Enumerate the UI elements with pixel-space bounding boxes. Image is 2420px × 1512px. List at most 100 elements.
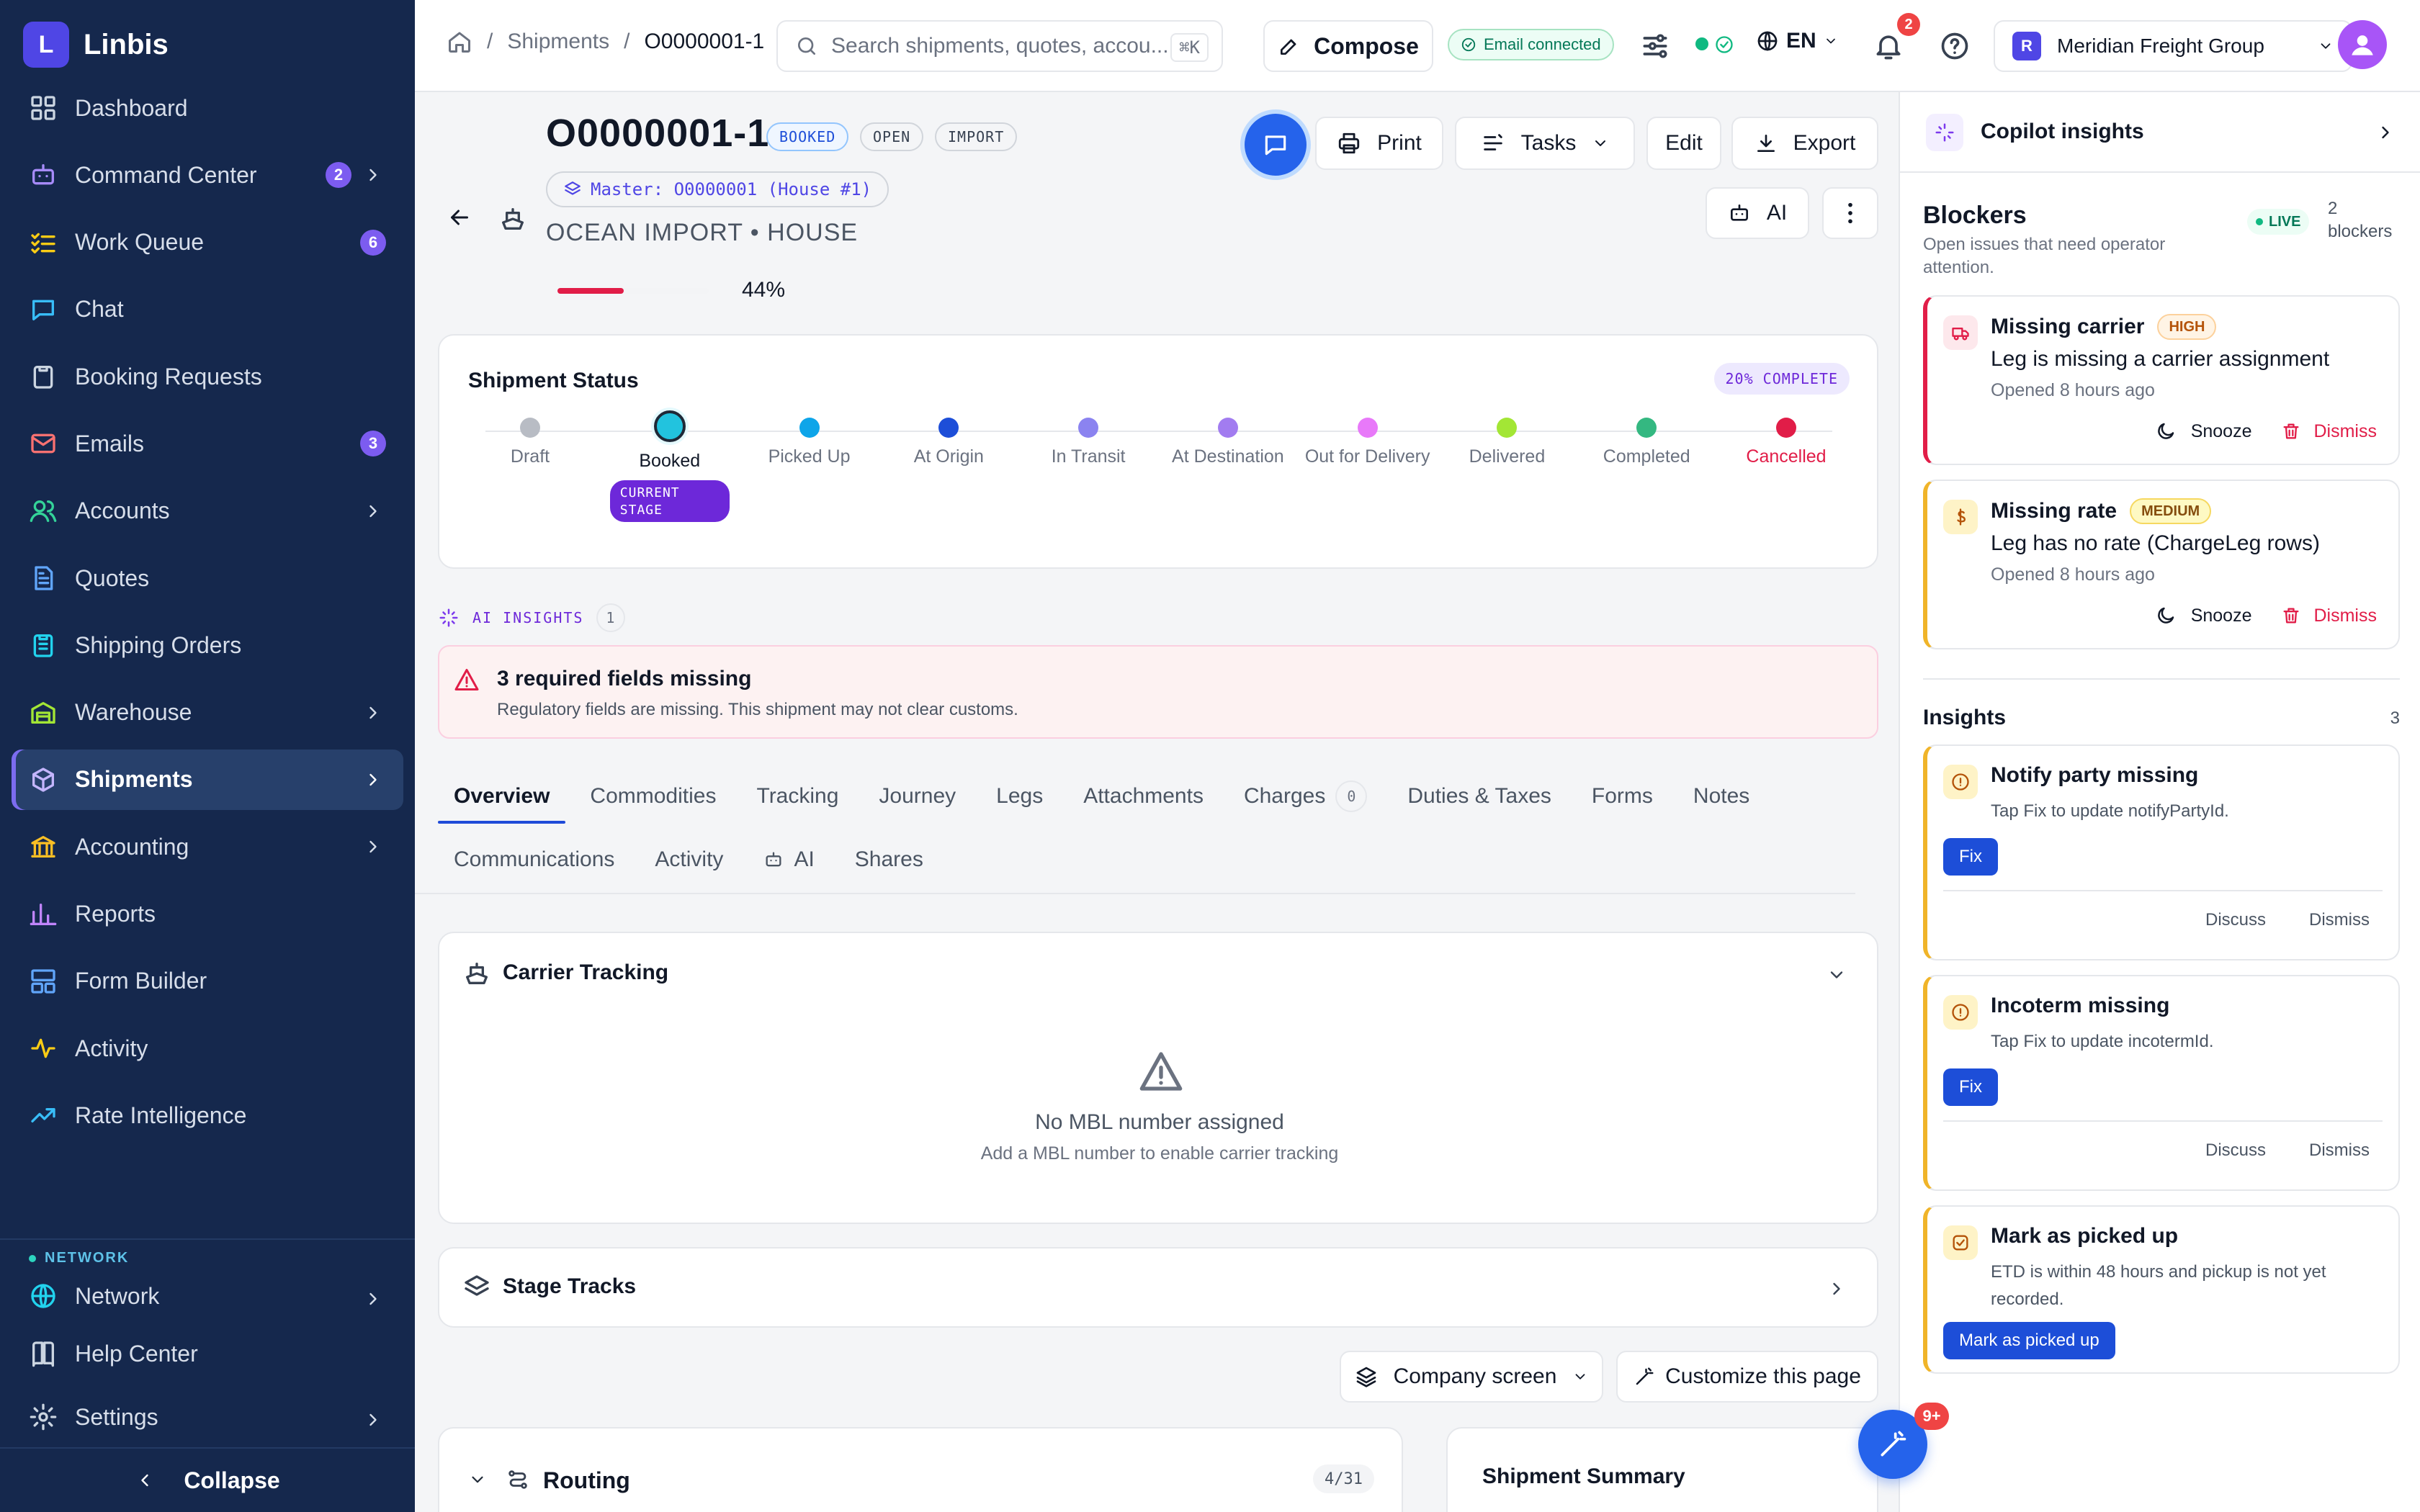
compose-button[interactable]: Compose [1263,20,1433,72]
tab-legs[interactable]: Legs [980,769,1059,824]
help-icon[interactable] [1939,30,1971,62]
tab-shares[interactable]: Shares [839,832,939,887]
fix-button[interactable]: Fix [1943,838,1998,876]
sidebar-item-reports[interactable]: Reports [12,884,403,945]
stage-out-for-delivery[interactable]: Out for Delivery [1299,418,1436,467]
alert-title: 3 required fields missing [497,667,752,690]
dismiss-button[interactable]: Dismiss [2309,910,2370,930]
sidebar-item-accounts[interactable]: Accounts [12,481,403,541]
sidebar-item-shipping-orders[interactable]: Shipping Orders [12,615,403,675]
tab-ai[interactable]: AI [748,832,830,887]
tab-attachments[interactable]: Attachments [1067,769,1219,824]
mail-icon [31,434,55,454]
severity-badge: MEDIUM [2130,498,2212,524]
tab-communications[interactable]: Communications [438,832,630,887]
mark-picked-up-button[interactable]: Mark as picked up [1943,1322,2115,1359]
sidebar-item-label: Command Center [75,161,257,188]
discuss-button[interactable]: Discuss [2205,1140,2266,1161]
chevron-down-icon[interactable] [468,1470,487,1489]
insight-icon [1943,1225,1978,1260]
collapse-sidebar-button[interactable]: Collapse [0,1449,415,1512]
layers-icon [565,181,581,195]
dismiss-button[interactable]: Dismiss [2281,606,2377,626]
stage-booked[interactable]: Booked CURRENT STAGE [601,410,738,522]
stage-picked-up[interactable]: Picked Up [741,418,878,467]
network-dot [29,1254,36,1262]
sidebar-item-form-builder[interactable]: Form Builder [12,951,403,1012]
export-button[interactable]: Export [1731,117,1878,170]
sidebar-item-quotes[interactable]: Quotes [12,548,403,608]
more-options-button[interactable] [1822,187,1878,239]
tab-forms[interactable]: Forms [1576,769,1669,824]
sidebar-item-shipments[interactable]: Shipments [12,749,403,810]
app-logo[interactable]: L Linbis [23,22,169,68]
language-selector[interactable]: EN [1756,29,1838,53]
breadcrumb-shipments[interactable]: Shipments [507,30,609,54]
sidebar-item-settings[interactable]: Settings [12,1390,403,1444]
sidebar-item-work-queue[interactable]: Work Queue 6 [12,212,403,273]
stage-dot [1078,418,1099,438]
stage-delivered[interactable]: Delivered [1438,418,1575,467]
tab-duties-taxes[interactable]: Duties & Taxes [1392,769,1567,824]
tab-activity[interactable]: Activity [639,832,739,887]
print-button[interactable]: Print [1315,117,1443,170]
stage-draft[interactable]: Draft [462,418,599,467]
sidebar-item-emails[interactable]: Emails 3 [12,413,403,474]
stage-completed[interactable]: Completed [1578,418,1715,467]
magic-wand-icon [1636,1367,1654,1385]
chat-button[interactable] [1245,114,1307,176]
tab-row-primary: Overview Commodities Tracking Journey Legs At… [438,769,1774,824]
sidebar-item-chat[interactable]: Chat [12,279,403,340]
tab-charges[interactable]: Charges 0 [1228,769,1383,824]
dismiss-button[interactable]: Dismiss [2281,421,2377,442]
sidebar-item-booking-requests[interactable]: Booking Requests [12,346,403,407]
master-reference-badge[interactable]: Master: O0000001 (House #1) [546,171,889,207]
tab-commodities[interactable]: Commodities [574,769,732,824]
edit-label: Edit [1665,131,1703,155]
home-icon[interactable] [447,29,472,55]
live-badge: LIVE [2247,209,2310,235]
copilot-header[interactable]: Copilot insights [1900,92,2420,173]
ai-button[interactable]: AI [1706,187,1809,239]
company-screen-dropdown[interactable]: Company screen [1340,1351,1603,1403]
email-status-badge[interactable]: Email connected [1448,29,1614,60]
stage-tracks-card[interactable]: Stage Tracks [438,1247,1878,1328]
global-search-input[interactable]: Search shipments, quotes, accou... ⌘K [776,20,1223,72]
back-arrow-icon[interactable] [447,204,472,230]
sidebar-item-command-center[interactable]: Command Center 2 [12,145,403,205]
insight-body: Tap Fix to update incotermId. [1991,1032,2214,1051]
sidebar-item-help-center[interactable]: Help Center [12,1326,403,1381]
snooze-button[interactable]: Snooze [2155,420,2252,442]
tasks-dropdown[interactable]: Tasks [1455,117,1635,170]
stage-at-origin[interactable]: At Origin [880,418,1017,467]
tab-notes[interactable]: Notes [1677,769,1765,824]
sliders-icon[interactable] [1639,30,1671,62]
sidebar-item-accounting[interactable]: Accounting [12,816,403,877]
stage-at-destination[interactable]: At Destination [1160,418,1296,467]
sidebar-item-activity[interactable]: Activity [12,1018,403,1079]
stage-cancelled[interactable]: Cancelled [1718,418,1855,467]
tab-tracking[interactable]: Tracking [740,769,854,824]
tab-journey[interactable]: Journey [863,769,972,824]
snooze-button[interactable]: Snooze [2155,605,2252,626]
insight-icon [1943,765,1978,799]
chevron-down-icon[interactable] [1827,965,1847,985]
edit-button[interactable]: Edit [1646,117,1721,170]
sidebar-item-warehouse[interactable]: Warehouse [12,683,403,743]
tab-label: Activity [655,847,724,871]
customize-page-button[interactable]: Customize this page [1616,1351,1878,1403]
bell-icon[interactable] [1873,30,1904,62]
fix-button[interactable]: Fix [1943,1068,1998,1106]
sidebar-item-dashboard[interactable]: Dashboard [12,78,403,138]
tab-overview[interactable]: Overview [438,769,566,824]
sidebar-item-rate-intelligence[interactable]: Rate Intelligence [12,1085,403,1146]
missing-fields-alert[interactable]: 3 required fields missing Regulatory fie… [438,645,1878,739]
language-code: EN [1786,29,1816,53]
discuss-button[interactable]: Discuss [2205,910,2266,930]
stage-label: Picked Up [768,446,851,467]
dismiss-button[interactable]: Dismiss [2309,1140,2370,1161]
organization-selector[interactable]: R Meridian Freight Group [1994,20,2352,72]
user-avatar[interactable] [2338,20,2387,69]
sidebar-item-network[interactable]: Network [12,1269,403,1323]
stage-in-transit[interactable]: In Transit [1020,418,1157,467]
